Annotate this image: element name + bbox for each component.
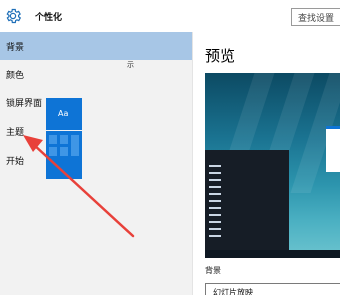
sidebar-item-label: 主题	[6, 128, 25, 138]
sidebar-item-background[interactable]: 背景	[0, 32, 192, 60]
tile-label: Aa	[58, 109, 69, 118]
sidebar-item-label: 开始	[6, 157, 25, 167]
sidebar-item-label: 背景	[6, 43, 25, 53]
background-label: 背景	[205, 266, 221, 275]
background-type-select[interactable]: 幻灯片放映	[205, 283, 340, 295]
taskbar-preview	[205, 250, 340, 258]
sidebar-item-label: 颜色	[6, 71, 25, 81]
tile-grid-preview	[46, 131, 82, 179]
search-input[interactable]: 查找设置	[291, 8, 340, 26]
sidebar: 背景 颜色 锁屏界面 主题 开始	[0, 32, 192, 295]
sidebar-item-label: 锁屏界面	[6, 99, 43, 109]
app-list-preview	[209, 165, 225, 242]
sidebar-item-lock-screen[interactable]: 锁屏界面	[0, 88, 192, 116]
sidebar-item-start[interactable]: 开始	[0, 146, 192, 174]
window-preview-text: 示	[127, 61, 134, 69]
panel-divider	[192, 32, 193, 295]
window-preview	[326, 126, 340, 172]
start-menu-preview	[205, 150, 289, 258]
title-bar: 个性化 查找设置	[0, 0, 340, 32]
app-title: 个性化	[35, 13, 63, 23]
gear-icon[interactable]	[4, 7, 22, 25]
sidebar-item-themes[interactable]: 主题	[0, 117, 192, 145]
desktop-preview-image	[205, 73, 340, 258]
sidebar-item-colors[interactable]: 颜色	[0, 60, 192, 88]
preview-heading: 预览	[205, 47, 236, 65]
